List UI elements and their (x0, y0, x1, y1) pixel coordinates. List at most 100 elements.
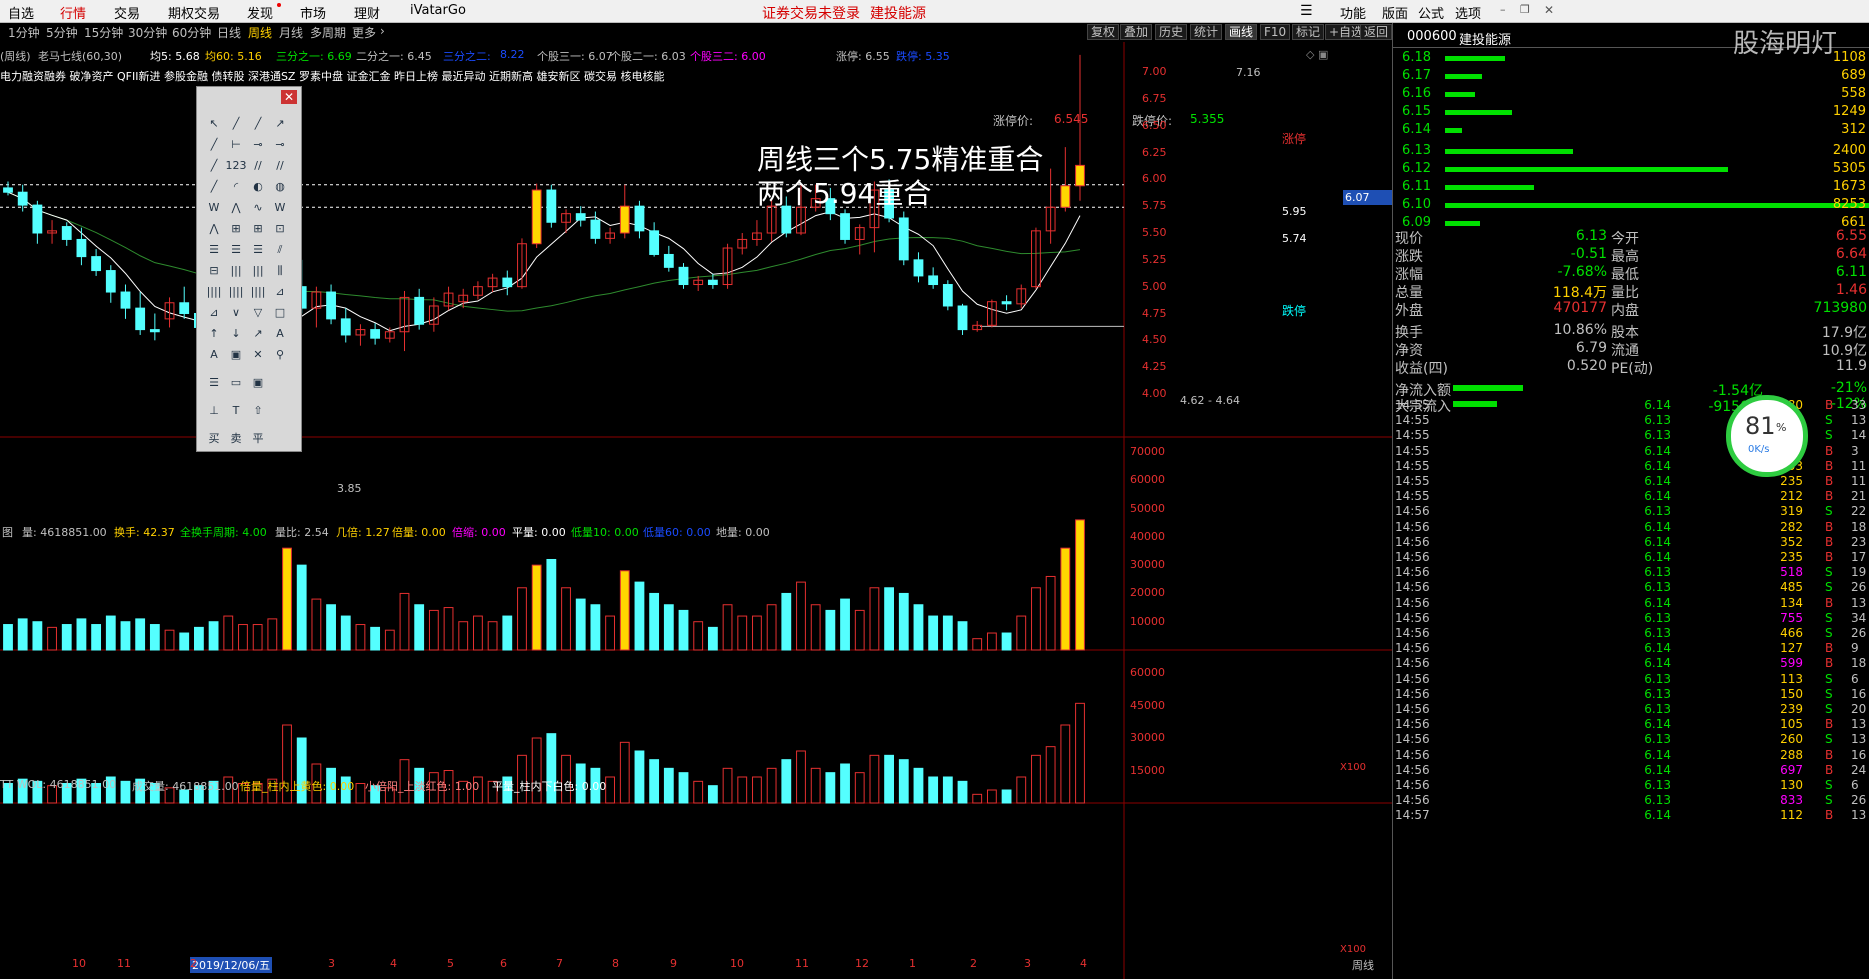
ask-row[interactable]: 6.17 689 (1393, 68, 1869, 86)
menu-item-market[interactable]: 行情 (60, 3, 86, 22)
tab-30min[interactable]: 30分钟 (128, 24, 167, 41)
draw-tool-icon-12[interactable]: ╱ (203, 176, 225, 197)
draw-tool-icon-40[interactable]: ↑ (203, 323, 225, 344)
draw-tool-icon-43[interactable]: A (269, 323, 291, 344)
draw-tool-icon-44[interactable]: A (203, 344, 225, 365)
draw-tool-icon-45[interactable]: ▣ (225, 344, 247, 365)
draw-tool-icon-24[interactable]: ☰ (203, 239, 225, 260)
draw-tool-icon-51[interactable] (269, 365, 291, 386)
menu-item-functions[interactable]: 功能 (1340, 3, 1366, 22)
draw-tool-icon-38[interactable]: ▽ (247, 302, 269, 323)
tab-daily[interactable]: 日线 (217, 24, 241, 41)
draw-tool-icon-14[interactable]: ◐ (247, 176, 269, 197)
draw-tool-icon-17[interactable]: ⋀ (225, 197, 247, 218)
tick-row[interactable]: 14:57 6.14 112 B 13 (1393, 808, 1869, 826)
statistics-button[interactable]: 统计 (1190, 24, 1223, 40)
tab-monthly[interactable]: 月线 (279, 24, 303, 41)
f10-button[interactable]: F10 (1260, 24, 1291, 40)
list-menu-icon[interactable]: ☰ (1300, 3, 1313, 19)
draw-tool-icon-52[interactable]: ⊥ (203, 400, 225, 421)
draw-tool-icon-33[interactable]: |||| (225, 281, 247, 302)
menu-item-trade[interactable]: 交易 (114, 3, 140, 22)
mark-button[interactable]: 标记 (1292, 24, 1325, 40)
draw-tool-icon-42[interactable]: ↗ (247, 323, 269, 344)
back-button[interactable]: 返回 (1360, 24, 1392, 40)
bid-row[interactable]: 6.11 1673 (1393, 179, 1869, 197)
tab-multi-period[interactable]: 多周期 (310, 24, 346, 41)
draw-tool-icon-49[interactable]: ▭ (225, 372, 247, 393)
adjust-button[interactable]: 复权 (1087, 24, 1120, 40)
draw-tool-icon-29[interactable]: ||| (225, 260, 247, 281)
draw-tool-icon-10[interactable]: // (247, 155, 269, 176)
draw-tool-icon-53[interactable]: T (225, 400, 247, 421)
login-warning[interactable]: 证券交易未登录 (762, 3, 860, 23)
tab-weekly[interactable]: 周线 (248, 24, 272, 41)
draw-tool-icon-5[interactable]: ⊢ (225, 134, 247, 155)
overlay-button[interactable]: 叠加 (1120, 24, 1153, 40)
draw-tool-icon-11[interactable]: // (269, 155, 291, 176)
draw-tool-icon-56[interactable]: 买 (203, 428, 225, 449)
draw-tool-icon-7[interactable]: ⊸ (269, 134, 291, 155)
ask-row[interactable]: 6.16 558 (1393, 86, 1869, 104)
minimize-icon[interactable]: – (1500, 3, 1506, 16)
draw-tool-icon-13[interactable]: ◜ (225, 176, 247, 197)
draw-tool-icon-20[interactable]: ⋀ (203, 218, 225, 239)
menu-item-watchlist[interactable]: 自选 (8, 3, 34, 22)
draw-tool-icon-27[interactable]: ⫽ (269, 239, 291, 260)
draw-tool-icon-30[interactable]: ||| (247, 260, 269, 281)
menu-item-wealth[interactable]: 理财 (354, 3, 380, 22)
draw-tool-icon-2[interactable]: ╱ (247, 113, 269, 134)
draw-tool-icon-58[interactable]: 平 (247, 428, 269, 449)
draw-tool-icon-57[interactable]: 卖 (225, 428, 247, 449)
draw-tool-icon-16[interactable]: W (203, 197, 225, 218)
draw-tool-icon-23[interactable]: ⊡ (269, 218, 291, 239)
draw-tool-icon-28[interactable]: ⊟ (203, 260, 225, 281)
tab-1min[interactable]: 1分钟 (8, 24, 40, 41)
more-chevron-icon[interactable]: › (380, 24, 385, 38)
draw-tool-icon-6[interactable]: ⊸ (247, 134, 269, 155)
ask-row[interactable]: 6.18 1108 (1393, 50, 1869, 68)
ask-row[interactable]: 6.15 1249 (1393, 104, 1869, 122)
draw-tool-icon-19[interactable]: W (269, 197, 291, 218)
draw-tool-icon-41[interactable]: ↓ (225, 323, 247, 344)
draw-tool-icon-34[interactable]: |||| (247, 281, 269, 302)
ask-row[interactable]: 6.14 312 (1393, 122, 1869, 140)
bid-row[interactable]: 6.13 2400 (1393, 143, 1869, 161)
bid-row[interactable]: 6.10 8253 (1393, 197, 1869, 215)
draw-tool-icon-54[interactable]: ⇧ (247, 400, 269, 421)
draw-tool-icon-59[interactable] (269, 421, 291, 442)
draw-tool-icon-39[interactable]: □ (269, 302, 291, 323)
close-icon[interactable]: ✕ (1544, 3, 1554, 17)
draw-tool-icon-4[interactable]: ╱ (203, 134, 225, 155)
draw-tool-icon-50[interactable]: ▣ (247, 372, 269, 393)
draw-tool-icon-1[interactable]: ╱ (225, 113, 247, 134)
draw-tool-icon-22[interactable]: ⊞ (247, 218, 269, 239)
toolbox-close-icon[interactable]: ✕ (281, 90, 297, 104)
draw-tool-icon-26[interactable]: ☰ (247, 239, 269, 260)
draw-tool-icon-31[interactable]: ⫼ (269, 260, 291, 281)
draw-tool-icon-48[interactable]: ☰ (203, 372, 225, 393)
menu-item-formula[interactable]: 公式 (1418, 3, 1444, 22)
draw-tool-icon-55[interactable] (269, 393, 291, 414)
menu-item-options[interactable]: 选项 (1455, 3, 1481, 22)
draw-tool-icon-36[interactable]: ⊿ (203, 302, 225, 323)
tab-5min[interactable]: 5分钟 (46, 24, 78, 41)
menu-item-ivatargo[interactable]: iVatarGo (410, 3, 466, 18)
restore-icon[interactable]: ❐ (1520, 3, 1530, 16)
draw-tool-icon-46[interactable]: ✕ (247, 344, 269, 365)
draw-tool-icon-9[interactable]: 123 (225, 155, 247, 176)
tab-60min[interactable]: 60分钟 (172, 24, 211, 41)
draw-tool-icon-8[interactable]: ╱ (203, 155, 225, 176)
draw-tool-icon-35[interactable]: ⊿ (269, 281, 291, 302)
draw-tool-icon-0[interactable]: ↖ (203, 113, 225, 134)
draw-tool-icon-47[interactable]: ⚲ (269, 344, 291, 365)
tab-15min[interactable]: 15分钟 (84, 24, 123, 41)
draw-tool-icon-15[interactable]: ◍ (269, 176, 291, 197)
history-button[interactable]: 历史 (1155, 24, 1188, 40)
draw-tool-icon-37[interactable]: ∨ (225, 302, 247, 323)
speed-meter[interactable]: 81 % 0K/s (1726, 395, 1808, 477)
tab-more[interactable]: 更多 (352, 24, 376, 41)
drawing-toolbox[interactable]: ✕ ↖ ╱ ╱ ↗╱ ⊢ ⊸ ⊸╱ 123////╱ ◜ ◐ ◍W ⋀ ∿ W⋀ ⊞ ⊞ ⊡☰ ☰ ☰ ⫽⊟ ||| ||… (196, 86, 302, 452)
menu-item-layout[interactable]: 版面 (1382, 3, 1408, 22)
draw-tool-icon-25[interactable]: ☰ (225, 239, 247, 260)
